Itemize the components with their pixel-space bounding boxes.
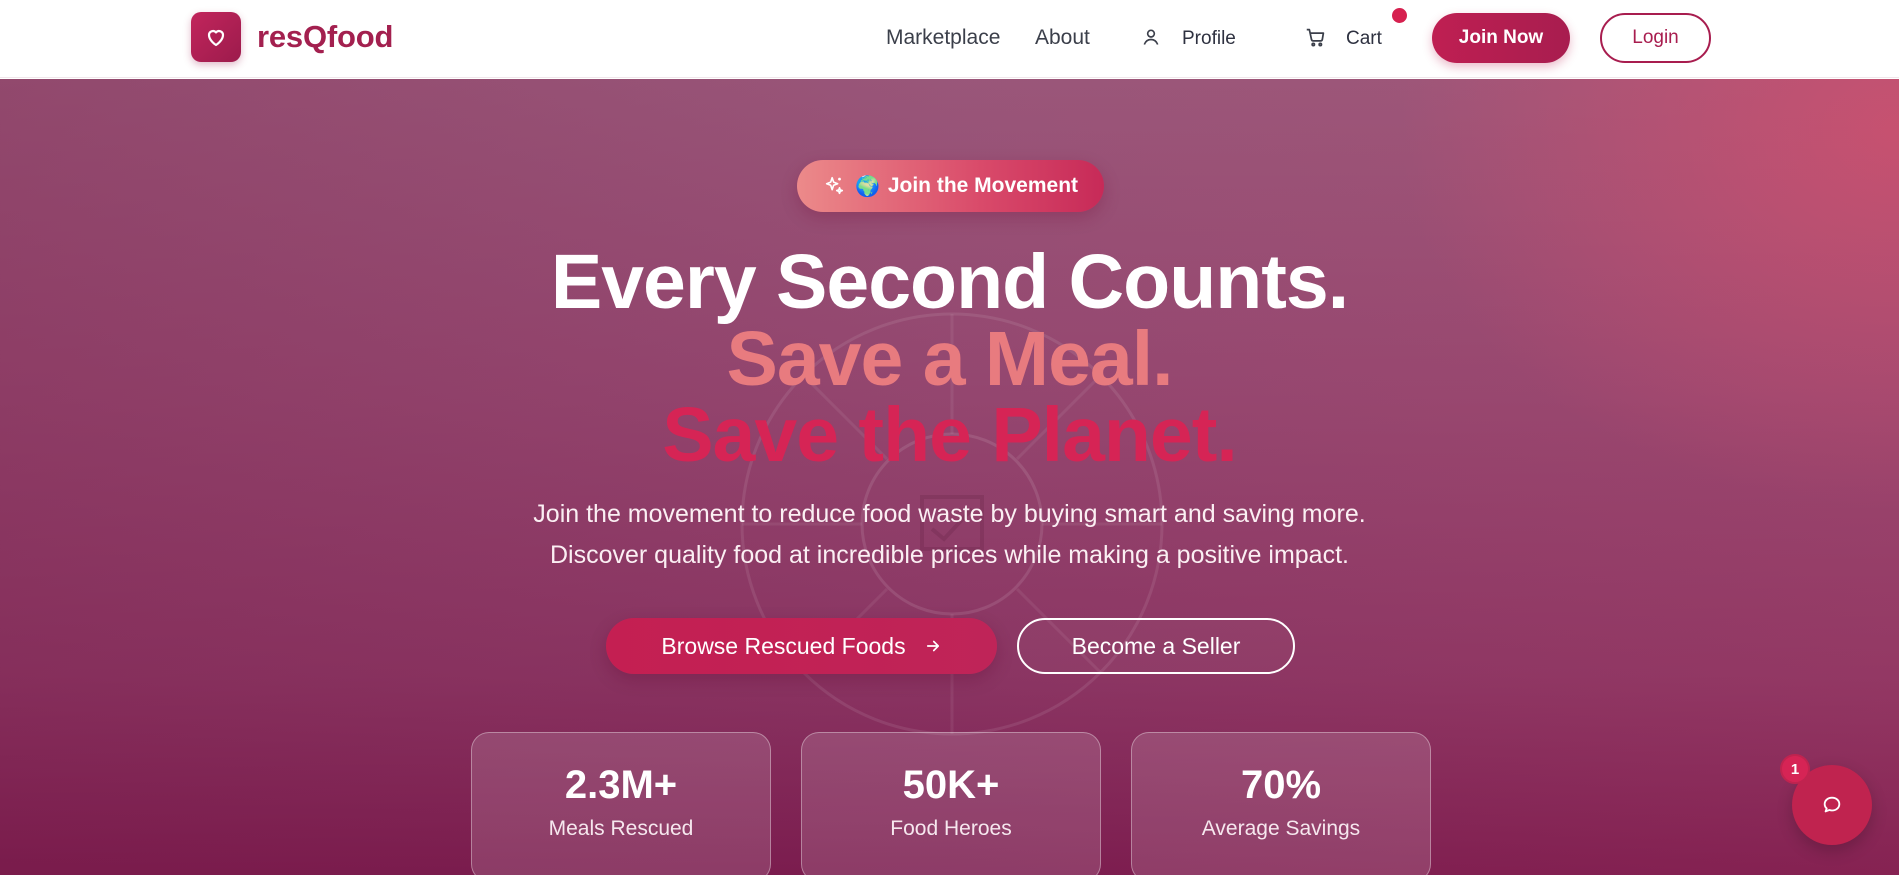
nav-link-marketplace[interactable]: Marketplace	[886, 26, 1000, 50]
pill-label: Join the Movement	[887, 174, 1079, 197]
sparkles-icon	[825, 176, 844, 195]
brand-logo[interactable]: resQfood	[191, 12, 393, 62]
stat-value: 50K+	[902, 763, 1000, 807]
brand-name: resQfood	[257, 19, 394, 54]
globe-icon: 🌍	[854, 175, 880, 198]
nav-link-cart[interactable]: Cart	[1346, 28, 1382, 50]
nav-link-profile[interactable]: Profile	[1182, 28, 1236, 50]
join-movement-pill[interactable]: 🌍 Join the Movement	[797, 160, 1104, 212]
headline-line-2: Save a Meal.	[726, 316, 1173, 402]
chat-unread-badge: 1	[1780, 754, 1810, 784]
become-seller-button[interactable]: Become a Seller	[1017, 618, 1295, 674]
stat-card-heroes: 50K+ Food Heroes	[801, 732, 1101, 875]
join-now-button[interactable]: Join Now	[1432, 13, 1570, 63]
stat-label: Average Savings	[1201, 817, 1361, 840]
stat-card-savings: 70% Average Savings	[1131, 732, 1431, 875]
hero-subtext-line-1: Join the movement to reduce food waste b…	[533, 500, 1366, 528]
stat-value: 70%	[1240, 763, 1322, 807]
headline-line-3: Save the Planet.	[662, 392, 1238, 478]
nav-link-about[interactable]: About	[1035, 26, 1090, 50]
browse-button-label: Browse Rescued Foods	[661, 632, 906, 659]
login-button[interactable]: Login	[1600, 13, 1711, 63]
hero-subtext-line-2: Discover quality food at incredible pric…	[550, 541, 1349, 569]
hero-section: 🌍 Join the Movement Every Second Counts.…	[0, 79, 1899, 875]
stat-label: Food Heroes	[890, 817, 1012, 840]
stat-value: 2.3M+	[564, 763, 678, 807]
browse-rescued-foods-button[interactable]: Browse Rescued Foods	[606, 618, 997, 674]
cart-icon[interactable]	[1305, 27, 1327, 49]
top-navbar: resQfood Marketplace About Profile Cart …	[0, 0, 1899, 78]
chat-icon	[1823, 796, 1841, 813]
stat-label: Meals Rescued	[548, 817, 694, 840]
user-icon[interactable]	[1141, 27, 1163, 49]
stat-card-meals: 2.3M+ Meals Rescued	[471, 732, 771, 875]
arrow-right-icon	[926, 640, 939, 652]
cart-notification-dot	[1392, 8, 1407, 23]
headline-line-1: Every Second Counts.	[550, 239, 1349, 325]
heart-icon	[191, 12, 241, 62]
